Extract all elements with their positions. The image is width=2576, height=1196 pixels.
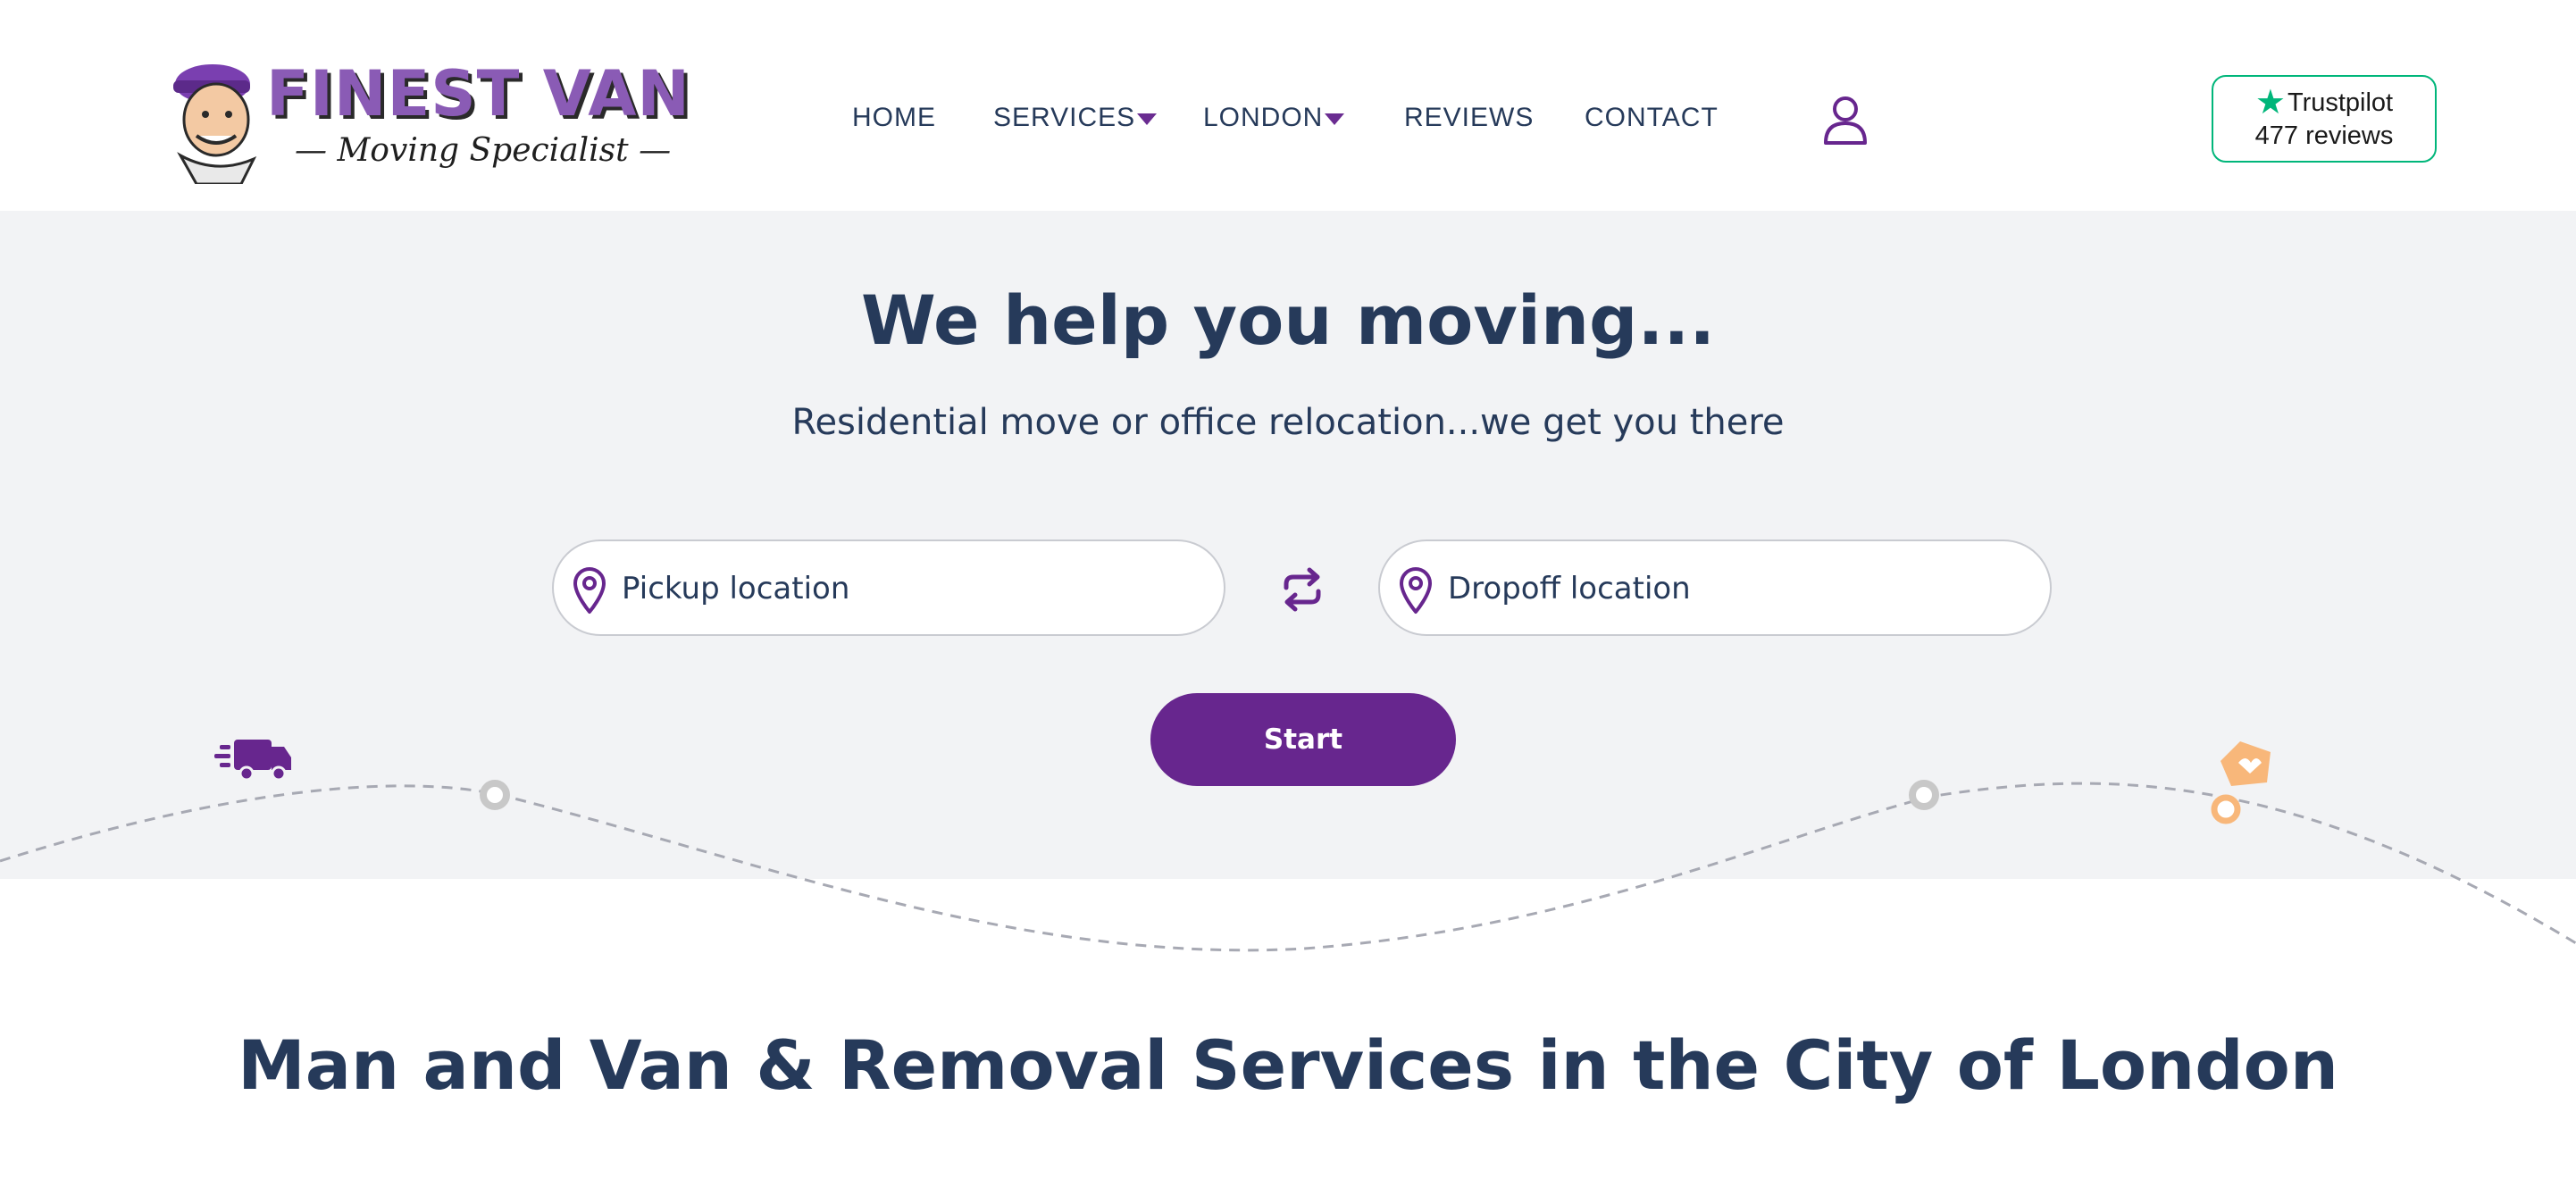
pickup-location-input[interactable] [622, 559, 1193, 618]
finest-van-logo[interactable]: FINEST VAN — Moving Specialist — [161, 50, 690, 184]
dropoff-location-input[interactable] [1448, 559, 2020, 618]
nav-reviews-label: REVIEWS [1404, 103, 1535, 132]
nav-london[interactable]: LONDON [1203, 100, 1345, 136]
pickup-location-field[interactable] [552, 539, 1225, 636]
hero-title: We help you moving... [860, 280, 1716, 360]
star-icon: ★ [2254, 84, 2286, 121]
nav-contact-label: CONTACT [1585, 103, 1719, 132]
chevron-down-icon [1137, 113, 1158, 125]
hero-subtitle: Residential move or office relocation...… [791, 402, 1785, 443]
destination-marker-icon [2211, 794, 2241, 824]
section-title: Man and Van & Removal Services in the Ci… [238, 1025, 2338, 1105]
trustpilot-badge[interactable]: ★ Trustpilot 477 reviews [2212, 75, 2437, 163]
nav-london-label: LONDON [1203, 103, 1324, 132]
route-waypoint-icon [480, 780, 510, 810]
chevron-down-icon [1325, 113, 1345, 125]
nav-services[interactable]: SERVICES [993, 100, 1158, 136]
user-icon[interactable] [1819, 93, 1872, 146]
site-header: FINEST VAN — Moving Specialist — HOME SE… [0, 0, 2576, 211]
moving-truck-icon [214, 740, 291, 782]
trustpilot-review-count: 477 reviews [2254, 121, 2394, 150]
route-dashed-path [0, 782, 2576, 952]
map-pin-icon [1400, 567, 1432, 614]
swap-arrows-icon[interactable] [1277, 565, 1327, 615]
nav-home[interactable]: HOME [852, 100, 936, 136]
nav-reviews[interactable]: REVIEWS [1404, 100, 1534, 136]
logo-title: FINEST VAN [266, 57, 690, 130]
logo-subtitle: — Moving Specialist — [295, 132, 672, 169]
moving-route-illustration [0, 740, 2576, 952]
dropoff-location-field[interactable] [1378, 539, 2052, 636]
nav-services-label: SERVICES [993, 103, 1136, 132]
mascot-logo-icon [173, 64, 257, 184]
map-pin-icon [573, 567, 606, 614]
nav-home-label: HOME [852, 103, 936, 132]
trustpilot-brand-label: Trustpilot [2287, 88, 2394, 117]
nav-contact[interactable]: CONTACT [1585, 100, 1719, 136]
house-icon [2221, 741, 2271, 786]
route-waypoint-icon [1909, 780, 1939, 810]
trustpilot-brand: ★ Trustpilot [2213, 86, 2435, 120]
